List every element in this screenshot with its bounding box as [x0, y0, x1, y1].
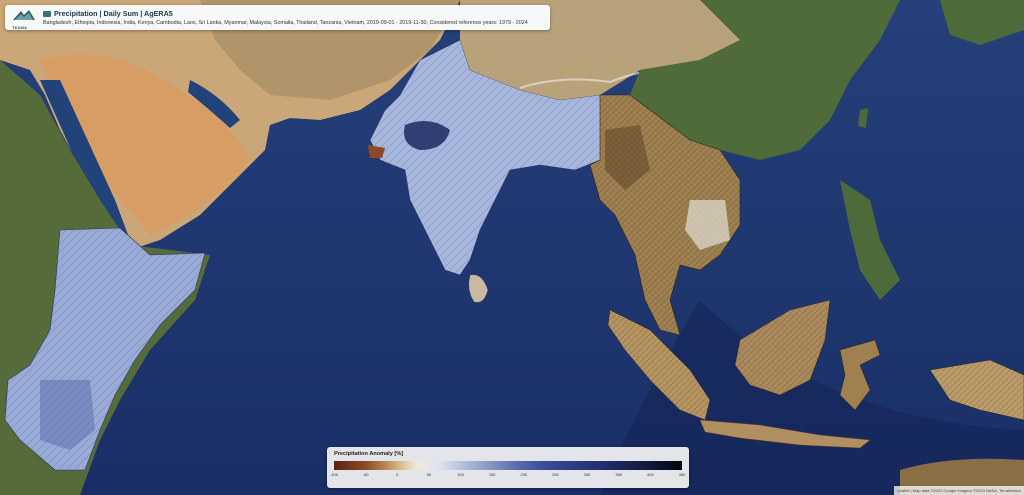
legend-tick-label: 250: [552, 472, 559, 477]
map-title-card: TEAMA Precipitation | Daily Sum | AgERA5…: [5, 5, 550, 30]
legend-tick-label: -50: [362, 472, 369, 477]
legend-tick-label: 350: [615, 472, 623, 477]
map-title: Precipitation | Daily Sum | AgERA5: [43, 9, 173, 18]
precipitation-legend: Precipitation Anomaly [%] -100 -50 0 50 100 1…: [327, 447, 689, 488]
legend-tick-label: -100: [329, 472, 339, 477]
legend-tick-label: 450: [678, 472, 686, 477]
map-canvas[interactable]: [0, 0, 1024, 495]
legend-tick-label: 50: [426, 472, 432, 477]
map-attribution[interactable]: Leaflet | Map data ©2023 Google Imagery …: [894, 486, 1024, 495]
legend-tick-label: 0: [396, 472, 399, 477]
legend-tick-label: 100: [457, 472, 464, 477]
legend-tick-label: 150: [488, 472, 496, 477]
camera-icon: [43, 11, 51, 17]
legend-color-bar: [334, 461, 682, 470]
legend-tick-label: 400: [647, 472, 654, 477]
logo-text: TEAMA: [12, 25, 28, 30]
legend-tick-label: 200: [520, 472, 528, 477]
legend-title: Precipitation Anomaly [%]: [334, 451, 404, 457]
map-subtitle: Bangladesh, Ethiopia, Indonesia, India, …: [43, 20, 528, 26]
map-title-text: Precipitation | Daily Sum | AgERA5: [54, 9, 173, 18]
legend-tick-label: 300: [583, 472, 591, 477]
